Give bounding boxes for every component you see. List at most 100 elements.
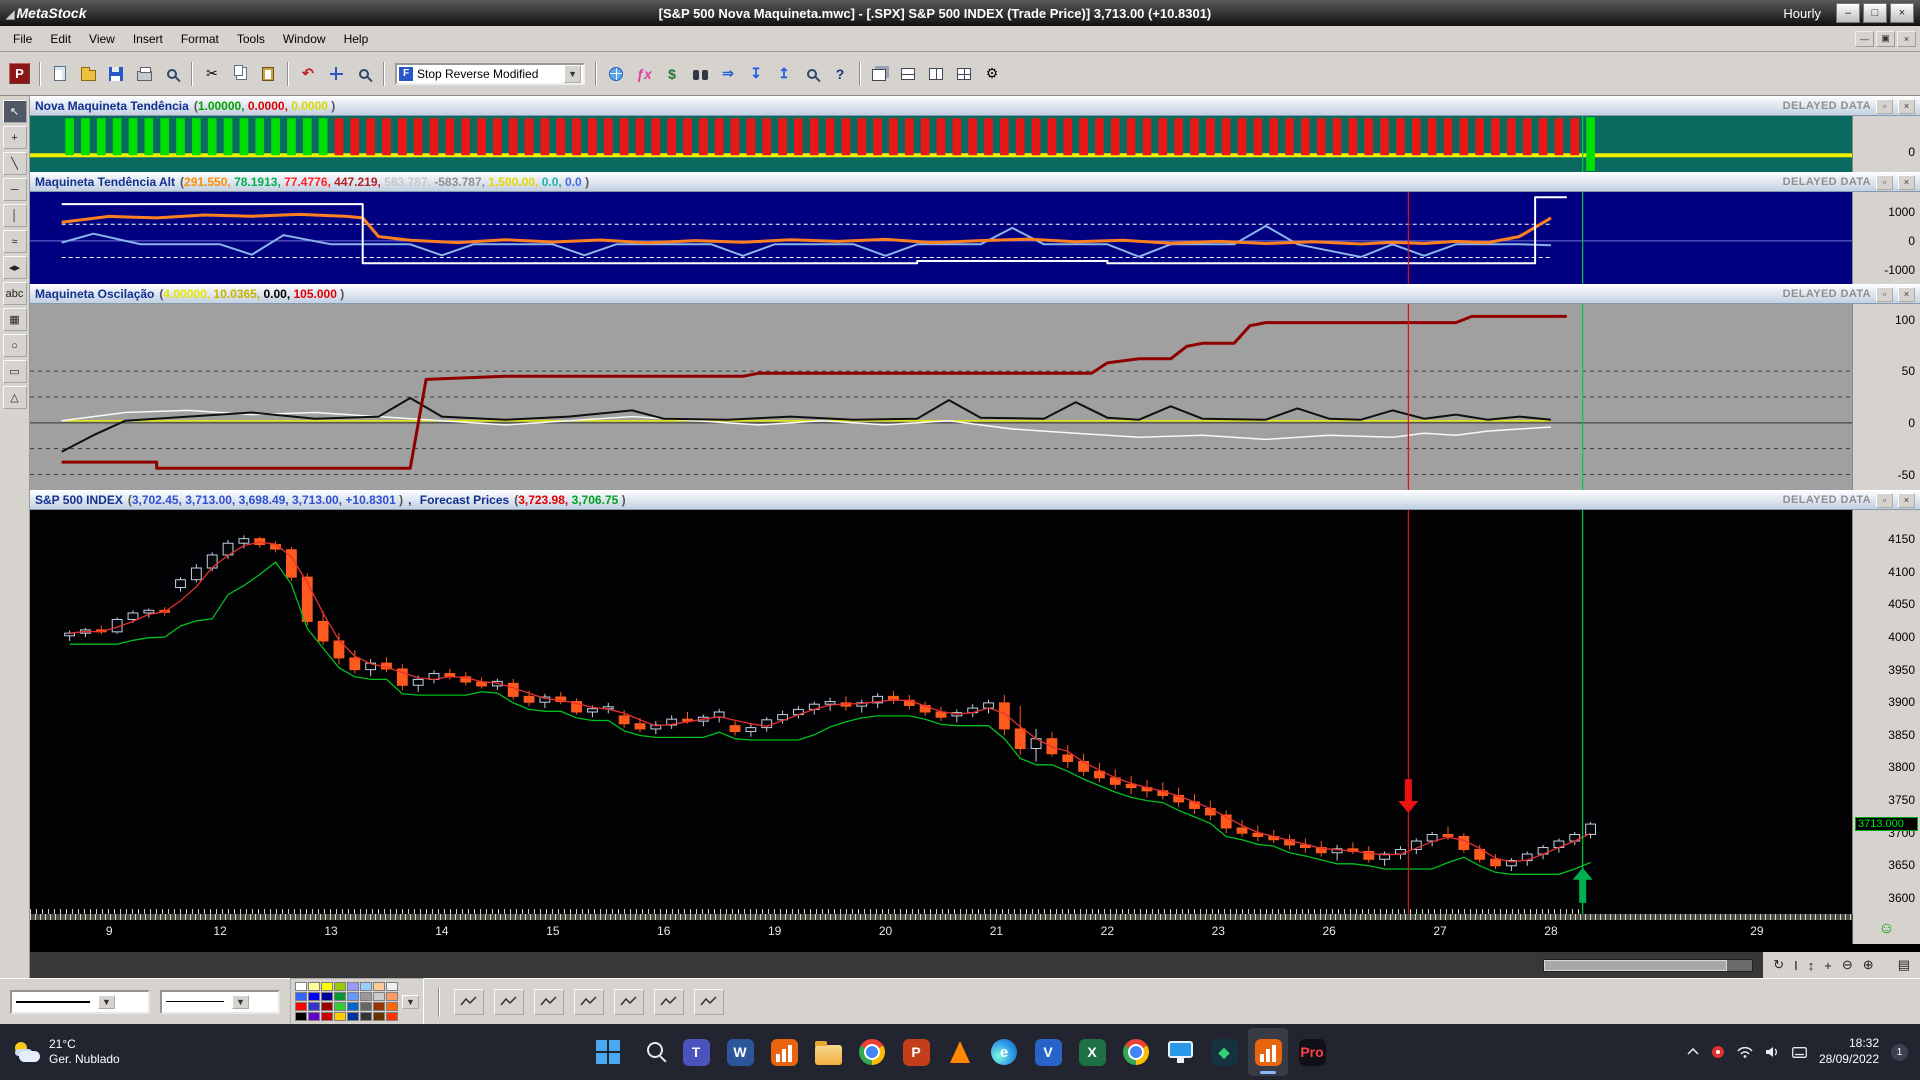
rectangle-tool[interactable]: ▭	[2, 360, 27, 383]
menu-file[interactable]: File	[4, 29, 41, 49]
tile-grid-button[interactable]	[951, 61, 977, 87]
zoom-preset-2-button[interactable]	[493, 988, 524, 1015]
palette-color[interactable]	[295, 982, 307, 991]
tendencia-alt-plot[interactable]	[30, 192, 1852, 284]
palette-color[interactable]	[386, 992, 398, 1001]
save-button[interactable]	[103, 61, 129, 87]
palette-color[interactable]	[373, 992, 385, 1001]
zoom-preset-7-button[interactable]	[693, 988, 724, 1015]
line-style-select[interactable]: ▼	[10, 989, 150, 1014]
palette-color[interactable]	[373, 1012, 385, 1021]
palette-color[interactable]	[360, 1002, 372, 1011]
palette-color[interactable]	[360, 1012, 372, 1021]
menu-help[interactable]: Help	[335, 29, 378, 49]
taskbar-start[interactable]	[588, 1028, 628, 1076]
taskbar-metastock-active[interactable]	[1248, 1028, 1288, 1076]
palette-color[interactable]	[360, 992, 372, 1001]
trendline-tool[interactable]: ╲	[2, 152, 27, 175]
taskbar-vlc[interactable]	[940, 1028, 980, 1076]
taskbar-file-explorer[interactable]	[808, 1028, 848, 1076]
antivirus-tray-icon[interactable]	[1711, 1045, 1725, 1059]
mdi-close-button[interactable]: ×	[1897, 30, 1916, 47]
list-icon[interactable]: ▤	[1898, 957, 1910, 973]
chevron-down-icon[interactable]: ▼	[402, 994, 419, 1009]
print-button[interactable]	[131, 61, 157, 87]
volume-icon[interactable]	[1765, 1046, 1780, 1058]
move-tool-button[interactable]	[323, 61, 349, 87]
palette-color[interactable]	[295, 992, 307, 1001]
grid-tool[interactable]: ▦	[2, 308, 27, 331]
refresh-icon[interactable]: ↻	[1773, 957, 1784, 973]
taskbar-word[interactable]: W	[720, 1028, 760, 1076]
line-weight-select[interactable]: ▼	[160, 989, 280, 1014]
explorer-button[interactable]	[687, 61, 713, 87]
open-button[interactable]	[75, 61, 101, 87]
panel-header[interactable]: Maquineta Oscilação (4.00000, 10.0365, 0…	[30, 284, 1920, 304]
scroll-buttons[interactable]: ◂▸	[2, 256, 27, 279]
palette-color[interactable]	[347, 992, 359, 1001]
menu-window[interactable]: Window	[274, 29, 335, 49]
sp500-plot[interactable]	[30, 510, 1852, 914]
taskbar-dev-app[interactable]: ◆	[1204, 1028, 1244, 1076]
taskbar-powerpoint[interactable]: P	[896, 1028, 936, 1076]
taskbar-clock[interactable]: 18:32 28/09/2022	[1819, 1036, 1879, 1067]
oscilacao-plot[interactable]	[30, 304, 1852, 490]
weather-widget[interactable]: 21°C Ger. Nublado	[0, 1037, 133, 1067]
palette-color[interactable]	[360, 982, 372, 991]
new-chart-button[interactable]	[47, 61, 73, 87]
minimize-button[interactable]: –	[1836, 3, 1860, 23]
taskbar-edge[interactable]: e	[984, 1028, 1024, 1076]
mdi-minimize-button[interactable]: —	[1855, 30, 1874, 47]
palette-color[interactable]	[308, 1012, 320, 1021]
taskbar-excel[interactable]: X	[1072, 1028, 1112, 1076]
undo-button[interactable]: ↶	[295, 61, 321, 87]
zoom-in-icon[interactable]: ⊕	[1863, 957, 1874, 973]
menu-view[interactable]: View	[80, 29, 124, 49]
taskbar-metastock[interactable]	[764, 1028, 804, 1076]
keyboard-icon[interactable]	[1791, 1046, 1807, 1058]
taskbar-teams[interactable]: T	[676, 1028, 716, 1076]
palette-color[interactable]	[308, 992, 320, 1001]
system-tester-button[interactable]: $	[659, 61, 685, 87]
pointer-tool[interactable]: ↖	[2, 100, 27, 123]
cut-button[interactable]: ✂	[199, 61, 225, 87]
taskbar-browser[interactable]	[1116, 1028, 1156, 1076]
menu-insert[interactable]: Insert	[124, 29, 172, 49]
sp500-scale[interactable]: 3713.000 4150 4100 4050 4000 3950 3900 3850 380…	[1852, 510, 1920, 914]
panel-restore-button[interactable]: ▫	[1876, 492, 1893, 508]
expert-advisor-button[interactable]: ƒx	[631, 61, 657, 87]
menu-edit[interactable]: Edit	[41, 29, 80, 49]
scrollbar-thumb[interactable]	[1544, 959, 1728, 971]
mdi-restore-button[interactable]: ▣	[1876, 30, 1895, 47]
palette-color[interactable]	[347, 1002, 359, 1011]
tile-horizontal-button[interactable]	[895, 61, 921, 87]
color-palette[interactable]: ▼	[290, 978, 424, 1025]
zoom-tool-button[interactable]	[351, 61, 377, 87]
panel-close-button[interactable]: ×	[1898, 492, 1915, 508]
metastock-chart-icon[interactable]: P	[9, 63, 30, 84]
context-help-button[interactable]: ?	[827, 61, 853, 87]
chevron-down-icon[interactable]: ▼	[98, 994, 115, 1009]
maximize-button[interactable]: □	[1863, 3, 1887, 23]
vertical-fit-icon[interactable]: ↕	[1808, 958, 1815, 973]
palette-color[interactable]	[334, 1002, 346, 1011]
palette-color[interactable]	[373, 982, 385, 991]
menu-format[interactable]: Format	[172, 29, 228, 49]
zoom-preset-5-button[interactable]	[613, 988, 644, 1015]
zoom-preset-1-button[interactable]	[453, 988, 484, 1015]
taskbar-remote-desktop[interactable]	[1160, 1028, 1200, 1076]
x-axis[interactable]: 9 12 13 14 15 16 19 20 21 22 23 26 27 28 29	[30, 914, 1852, 944]
indicator-quicklist-button[interactable]	[603, 61, 629, 87]
palette-color[interactable]	[347, 982, 359, 991]
palette-color[interactable]	[321, 1012, 333, 1021]
palette-color[interactable]	[321, 982, 333, 991]
palette-color[interactable]	[334, 982, 346, 991]
palette-color[interactable]	[308, 1002, 320, 1011]
horizontal-scrollbar[interactable]	[1543, 958, 1754, 972]
text-tool[interactable]: abc	[2, 282, 27, 305]
palette-color[interactable]	[334, 1012, 346, 1021]
palette-color[interactable]	[386, 982, 398, 991]
panel-header[interactable]: Nova Maquineta Tendência (1.00000, 0.000…	[30, 96, 1920, 116]
menu-tools[interactable]: Tools	[228, 29, 274, 49]
vertical-line-tool[interactable]: │	[2, 204, 27, 227]
